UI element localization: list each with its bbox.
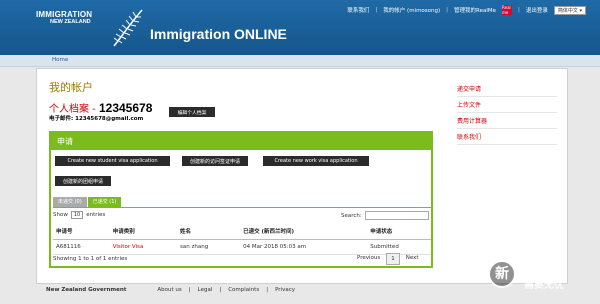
table-info: Showing 1 to 1 of 1 entries bbox=[53, 256, 128, 262]
applications-panel: 申请 Create new student visa application 创… bbox=[49, 131, 433, 268]
profile-number: 12345678 bbox=[98, 101, 153, 115]
sidebar-item-contact-us[interactable]: 联系我们 bbox=[457, 129, 557, 145]
search-control: Search: bbox=[341, 211, 429, 220]
new-visitor-visa-button[interactable]: 创建新的访问签证申请 bbox=[182, 156, 248, 166]
manage-realme-link[interactable]: 管理我的RealMe bbox=[454, 6, 496, 14]
new-student-visa-button[interactable]: Create new student visa application bbox=[55, 156, 170, 166]
edit-profile-button[interactable]: 编辑个人档案 bbox=[169, 107, 215, 117]
watermark-line1: 么值得买 bbox=[524, 264, 564, 275]
sidebar-item-submit-application[interactable]: 递交申请 bbox=[457, 81, 557, 97]
watermark-line2: 需要无忧 bbox=[524, 280, 564, 291]
application-tabs: 未递交 (0) 已递交 (1) bbox=[53, 197, 122, 207]
header-bar: IMMIGRATION NEW ZEALAND Immigration ONLI… bbox=[0, 0, 600, 55]
watermark: 新 么值得买 需要无忧 bbox=[488, 256, 600, 304]
nz-government-logo[interactable]: New Zealand Government bbox=[46, 287, 126, 293]
pagination: Previous 1 Next bbox=[353, 253, 423, 265]
col-status[interactable]: 申请状态 bbox=[367, 223, 431, 240]
col-app-type[interactable]: 申请类别 bbox=[109, 223, 178, 240]
tab-submitted[interactable]: 已递交 (1) bbox=[87, 197, 122, 207]
app-title: Immigration ONLINE bbox=[150, 26, 287, 42]
kiwi-bird-icon bbox=[509, 218, 563, 256]
logo-line2: NEW ZEALAND bbox=[50, 19, 91, 25]
applications-table: 申请号 申请类别 姓名 已递交 (新西兰时间) 申请状态 A681116 Vis… bbox=[53, 223, 431, 255]
fern-icon bbox=[113, 9, 143, 47]
profile-heading: 个人档案 - 12345678 bbox=[49, 100, 152, 115]
search-label: Search: bbox=[341, 212, 362, 219]
previous-page-button[interactable]: Previous bbox=[353, 253, 384, 265]
breadcrumb: Home bbox=[0, 55, 600, 67]
sidebar-item-upload-documents[interactable]: 上传文件 bbox=[457, 97, 557, 113]
immigration-nz-logo[interactable]: IMMIGRATION NEW ZEALAND bbox=[36, 10, 92, 25]
email-line: 电子邮件: 12345678@gmail.com bbox=[49, 114, 143, 122]
page-1-button[interactable]: 1 bbox=[386, 253, 400, 265]
entries-label: entries bbox=[86, 212, 106, 218]
footer-privacy-link[interactable]: Privacy bbox=[275, 287, 295, 293]
footer-legal-link[interactable]: Legal bbox=[198, 287, 213, 293]
footer-complaints-link[interactable]: Complaints bbox=[228, 287, 259, 293]
col-submitted[interactable]: 已递交 (新西兰时间) bbox=[240, 223, 368, 240]
sidebar-item-fee-calculator[interactable]: 费用计算器 bbox=[457, 113, 557, 129]
realme-logo: Real me bbox=[502, 5, 513, 15]
my-account-link[interactable]: 我的帐户 (mimosong) bbox=[383, 6, 440, 14]
tab-divider bbox=[53, 207, 431, 208]
new-group-application-button[interactable]: 创建新的团组申请 bbox=[55, 176, 111, 186]
footer-about-link[interactable]: About us bbox=[157, 287, 181, 293]
breadcrumb-home[interactable]: Home bbox=[52, 57, 68, 63]
applications-heading: 申请 bbox=[51, 133, 431, 150]
cell-name: san zhang bbox=[177, 239, 241, 255]
email-value: 12345678@gmail.com bbox=[75, 116, 144, 122]
footer: New Zealand Government About us | Legal | … bbox=[46, 287, 295, 293]
watermark-badge: 新 bbox=[488, 260, 516, 288]
cell-app-number: A681116 bbox=[53, 239, 110, 255]
next-page-button[interactable]: Next bbox=[402, 253, 423, 265]
contact-link[interactable]: 联系我们 bbox=[347, 6, 369, 14]
logout-link[interactable]: 退出登录 bbox=[526, 6, 548, 14]
email-label: 电子邮件: bbox=[49, 116, 74, 122]
cell-app-type-link[interactable]: Visitor Visa bbox=[109, 239, 178, 255]
logo-line1: IMMIGRATION bbox=[36, 10, 93, 19]
col-name[interactable]: 姓名 bbox=[177, 223, 241, 240]
entries-select[interactable]: 10 bbox=[70, 211, 84, 219]
table-header-row: 申请号 申请类别 姓名 已递交 (新西兰时间) 申请状态 bbox=[53, 223, 431, 240]
entries-control: Show 10 entries bbox=[53, 211, 105, 219]
page-title: 我的帐户 bbox=[49, 81, 93, 94]
tab-unsubmitted[interactable]: 未递交 (0) bbox=[53, 197, 87, 207]
sidebar-links: 递交申请 上传文件 费用计算器 联系我们 bbox=[457, 81, 557, 145]
main-panel: 我的帐户 个人档案 - 12345678 电子邮件: 12345678@gmai… bbox=[36, 68, 568, 284]
top-links: 联系我们 | 我的帐户 (mimosong) | 管理我的RealMe Real… bbox=[347, 5, 586, 15]
col-app-number[interactable]: 申请号 bbox=[53, 223, 110, 240]
search-input[interactable] bbox=[364, 211, 429, 220]
cell-submitted: 04 Mar 2018 05:03 am bbox=[240, 239, 368, 255]
show-label: Show bbox=[53, 212, 68, 218]
language-select[interactable]: 简体中文 ▾ bbox=[553, 5, 586, 15]
new-work-visa-button[interactable]: Create new work visa application bbox=[263, 156, 369, 166]
